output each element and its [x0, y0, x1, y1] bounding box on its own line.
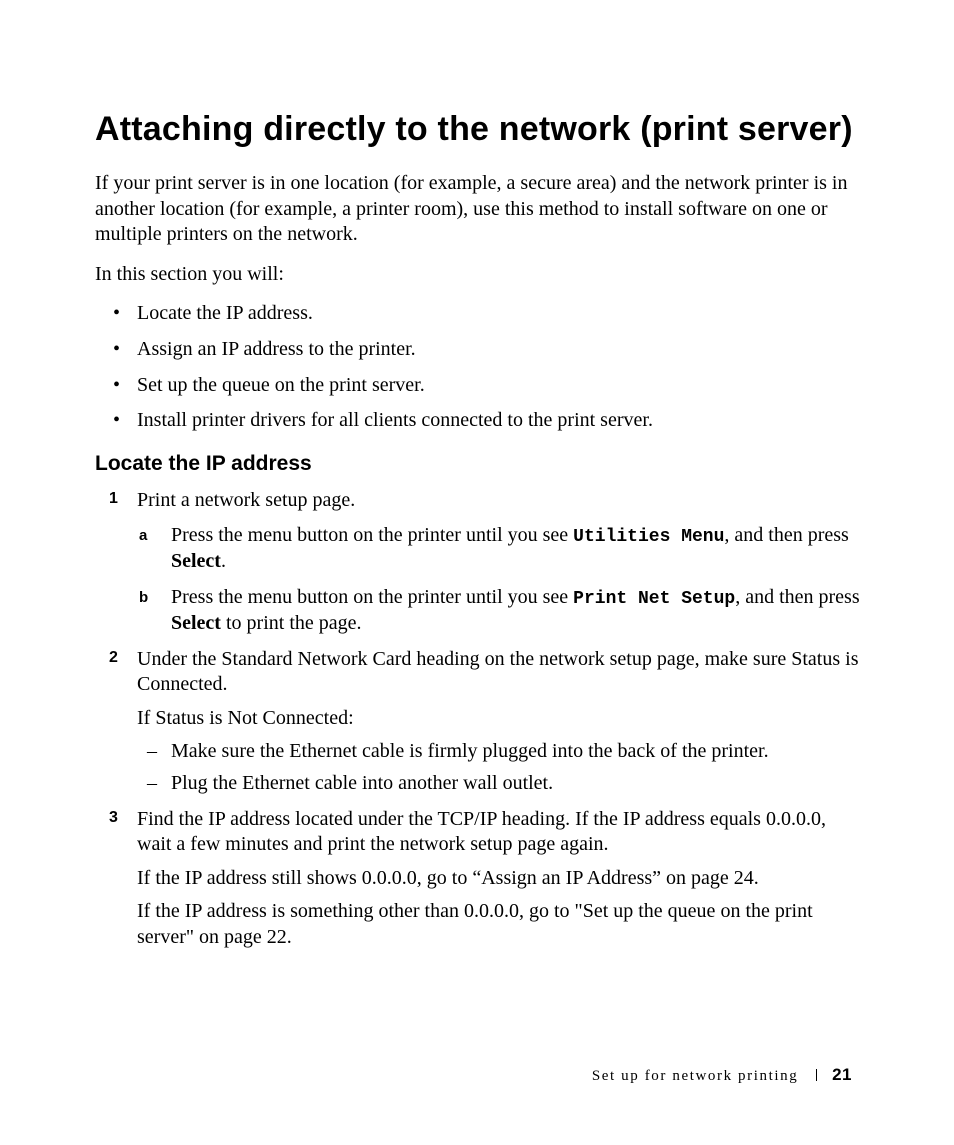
substep-text: Press the menu button on the printer unt…	[171, 586, 860, 634]
step-text: Under the Standard Network Card heading …	[137, 648, 858, 696]
step-number: 3	[109, 808, 118, 828]
step-3: 3 Find the IP address located under the …	[95, 807, 864, 858]
bullet-item: Install printer drivers for all clients …	[95, 408, 864, 434]
ui-select-label: Select	[171, 612, 221, 634]
substep-label: a	[139, 526, 147, 545]
status-note: If Status is Not Connected:	[95, 706, 864, 732]
dash-item: Make sure the Ethernet cable is firmly p…	[95, 739, 864, 765]
step-3-followup-2: If the IP address is something other tha…	[95, 899, 864, 950]
step-text: Find the IP address located under the TC…	[137, 808, 826, 856]
text-fragment: Press the menu button on the printer unt…	[171, 524, 573, 546]
step-2: 2 Under the Standard Network Card headin…	[95, 647, 864, 698]
bullet-list: Locate the IP address. Assign an IP addr…	[95, 301, 864, 433]
step-1: 1 Print a network setup page.	[95, 488, 864, 514]
substep-b: b Press the menu button on the printer u…	[95, 585, 864, 637]
page-container: Attaching directly to the network (print…	[0, 0, 954, 1145]
text-fragment: .	[221, 550, 226, 572]
text-fragment: to print the page.	[221, 612, 362, 634]
bullet-item: Set up the queue on the print server.	[95, 373, 864, 399]
lead-in-text: In this section you will:	[95, 262, 864, 288]
text-fragment: , and then press	[735, 586, 859, 608]
code-print-net-setup: Print Net Setup	[573, 589, 735, 609]
page-footer: Set up for network printing 21	[592, 1065, 852, 1085]
bullet-item: Assign an IP address to the printer.	[95, 337, 864, 363]
footer-page-number: 21	[832, 1065, 852, 1084]
bullet-item: Locate the IP address.	[95, 301, 864, 327]
footer-separator-icon	[816, 1069, 817, 1081]
subheading-locate-ip: Locate the IP address	[95, 452, 864, 476]
text-fragment: Press the menu button on the printer unt…	[171, 586, 573, 608]
dash-list: Make sure the Ethernet cable is firmly p…	[95, 739, 864, 796]
page-title: Attaching directly to the network (print…	[95, 110, 864, 149]
step-number: 1	[109, 489, 118, 509]
step-number: 2	[109, 648, 118, 668]
intro-paragraph: If your print server is in one location …	[95, 171, 864, 248]
ui-select-label: Select	[171, 550, 221, 572]
dash-item: Plug the Ethernet cable into another wal…	[95, 771, 864, 797]
step-3-followup-1: If the IP address still shows 0.0.0.0, g…	[95, 866, 864, 892]
step-text: Print a network setup page.	[137, 489, 355, 511]
footer-section-title: Set up for network printing	[592, 1068, 799, 1084]
substep-text: Press the menu button on the printer unt…	[171, 524, 849, 572]
substep-label: b	[139, 588, 148, 607]
substep-a: a Press the menu button on the printer u…	[95, 523, 864, 575]
text-fragment: , and then press	[724, 524, 848, 546]
code-utilities-menu: Utilities Menu	[573, 527, 724, 547]
